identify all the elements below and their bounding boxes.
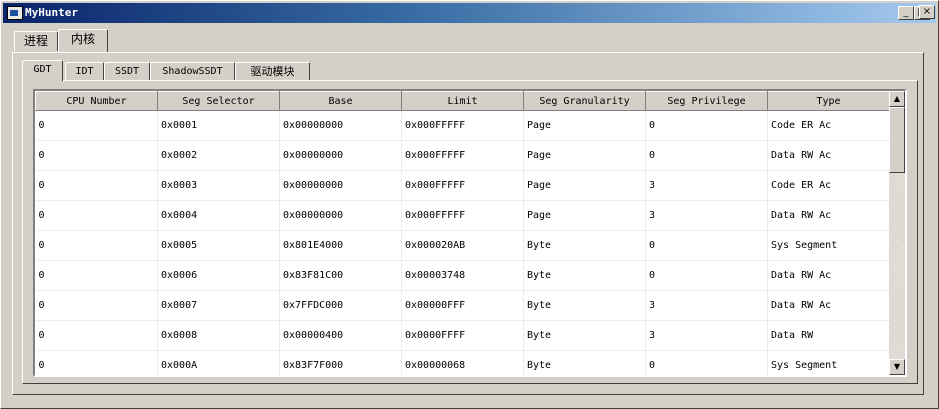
table-cell: 0	[35, 290, 158, 321]
app-window-icon	[7, 6, 23, 20]
table-cell: Data RW Ac	[767, 260, 889, 291]
table-cell: Page	[523, 110, 646, 141]
table-cell: 0	[35, 350, 158, 375]
table-row[interactable]: 0 0x0002 0x00000000 0x000FFFFF Page 0 Data RW …	[35, 140, 889, 171]
table-cell: 0	[35, 230, 158, 261]
table-cell: 0	[35, 170, 158, 201]
tab-idt[interactable]: IDT	[65, 62, 104, 80]
table-cell: 0x801E4000	[279, 230, 402, 261]
table-cell: 0x83F81C00	[279, 260, 402, 291]
table-cell: 3	[645, 200, 768, 231]
table-cell: 0x000A	[157, 350, 280, 375]
tab-gdt[interactable]: GDT	[22, 60, 63, 81]
table-cell: 0	[645, 260, 768, 291]
column-header-cpu-number[interactable]: CPU Number	[35, 91, 158, 111]
table-row[interactable]: 0 0x0008 0x00000400 0x0000FFFF Byte 3 Data RW	[35, 320, 889, 351]
table-header-row: CPU Number Seg Selector Base Limit Seg G…	[35, 91, 889, 111]
scroll-down-button[interactable]: ▼	[889, 359, 905, 375]
table-cell: Data RW Ac	[767, 140, 889, 171]
table-cell: 0x000FFFFF	[401, 170, 524, 201]
table-cell: Code ER Ac	[767, 110, 889, 141]
table-cell: Data RW Ac	[767, 290, 889, 321]
column-header-type[interactable]: Type	[767, 91, 889, 111]
tab-shadowssdt[interactable]: ShadowSSDT	[150, 62, 235, 80]
table-cell: 0x00000000	[279, 170, 402, 201]
table-cell: 0x00000FFF	[401, 290, 524, 321]
table-cell: 0	[35, 200, 158, 231]
table-cell: 3	[645, 290, 768, 321]
table-cell: 0	[35, 140, 158, 171]
tab-ssdt[interactable]: SSDT	[104, 62, 150, 80]
table-cell: Data RW Ac	[767, 200, 889, 231]
table-cell: 3	[645, 170, 768, 201]
table-cell: 0x0001	[157, 110, 280, 141]
table-row[interactable]: 0 0x0007 0x7FFDC000 0x00000FFF Byte 3 Data RW …	[35, 290, 889, 321]
tab-process[interactable]: 进程	[14, 31, 58, 51]
table-cell: Code ER Ac	[767, 170, 889, 201]
gdt-grid: CPU Number Seg Selector Base Limit Seg G…	[35, 91, 889, 375]
table-cell: Data RW	[767, 320, 889, 351]
column-header-limit[interactable]: Limit	[401, 91, 524, 111]
table-cell: 0x00000000	[279, 200, 402, 231]
table-cell: 0	[35, 320, 158, 351]
table-cell: 0	[35, 260, 158, 291]
close-button[interactable]: ×	[919, 5, 935, 19]
table-cell: 0x000FFFFF	[401, 110, 524, 141]
column-header-seg-privilege[interactable]: Seg Privilege	[645, 91, 768, 111]
table-cell: Sys Segment	[767, 230, 889, 261]
table-cell: 0x83F7F000	[279, 350, 402, 375]
table-cell: 0x0008	[157, 320, 280, 351]
table-cell: 0	[645, 140, 768, 171]
table-row[interactable]: 0 0x0004 0x00000000 0x000FFFFF Page 3 Data RW …	[35, 200, 889, 231]
column-header-base[interactable]: Base	[279, 91, 402, 111]
table-cell: 0x00000000	[279, 110, 402, 141]
table-row[interactable]: 0 0x0003 0x00000000 0x000FFFFF Page 3 Code ER …	[35, 170, 889, 201]
window-title: MyHunter	[25, 6, 78, 19]
table-cell: Sys Segment	[767, 350, 889, 375]
column-header-seg-selector[interactable]: Seg Selector	[157, 91, 280, 111]
column-header-seg-granularity[interactable]: Seg Granularity	[523, 91, 646, 111]
table-cell: Byte	[523, 320, 646, 351]
table-cell: 0	[645, 230, 768, 261]
table-cell: Byte	[523, 350, 646, 375]
vertical-scrollbar[interactable]: ▲ ▼	[889, 91, 905, 375]
tab-driver-modules[interactable]: 驱动模块	[235, 62, 310, 80]
table-cell: Page	[523, 170, 646, 201]
table-cell: 0x0006	[157, 260, 280, 291]
table-cell: 0x00000000	[279, 140, 402, 171]
table-cell: 0x0003	[157, 170, 280, 201]
table-cell: 0	[35, 110, 158, 141]
table-cell: Byte	[523, 290, 646, 321]
table-cell: 0x000FFFFF	[401, 200, 524, 231]
scroll-thumb[interactable]	[889, 107, 905, 173]
table-cell: 0x7FFDC000	[279, 290, 402, 321]
table-row[interactable]: 0 0x000A 0x83F7F000 0x00000068 Byte 0 Sys Segm…	[35, 350, 889, 375]
table-cell: 0x0007	[157, 290, 280, 321]
gdt-table: CPU Number Seg Selector Base Limit Seg G…	[33, 89, 907, 377]
table-cell: Byte	[523, 230, 646, 261]
table-cell: Byte	[523, 260, 646, 291]
table-cell: 0x0004	[157, 200, 280, 231]
table-cell: 0x0000FFFF	[401, 320, 524, 351]
table-cell: Page	[523, 200, 646, 231]
table-row[interactable]: 0 0x0001 0x00000000 0x000FFFFF Page 0 Code ER …	[35, 110, 889, 141]
table-row[interactable]: 0 0x0006 0x83F81C00 0x00003748 Byte 0 Data RW …	[35, 260, 889, 291]
table-cell: 0	[645, 110, 768, 141]
table-cell: 0	[645, 350, 768, 375]
minimize-button[interactable]: _	[898, 6, 914, 20]
table-cell: Page	[523, 140, 646, 171]
table-cell: 0x0005	[157, 230, 280, 261]
table-cell: 3	[645, 320, 768, 351]
table-cell: 0x00000068	[401, 350, 524, 375]
tab-kernel[interactable]: 内核	[58, 29, 108, 52]
table-cell: 0x00003748	[401, 260, 524, 291]
table-cell: 0x00000400	[279, 320, 402, 351]
table-cell: 0x000FFFFF	[401, 140, 524, 171]
scroll-up-button[interactable]: ▲	[889, 91, 905, 107]
table-row[interactable]: 0 0x0005 0x801E4000 0x000020AB Byte 0 Sys Segm…	[35, 230, 889, 261]
table-cell: 0x000020AB	[401, 230, 524, 261]
title-bar[interactable]: MyHunter _ □	[3, 3, 936, 23]
table-cell: 0x0002	[157, 140, 280, 171]
